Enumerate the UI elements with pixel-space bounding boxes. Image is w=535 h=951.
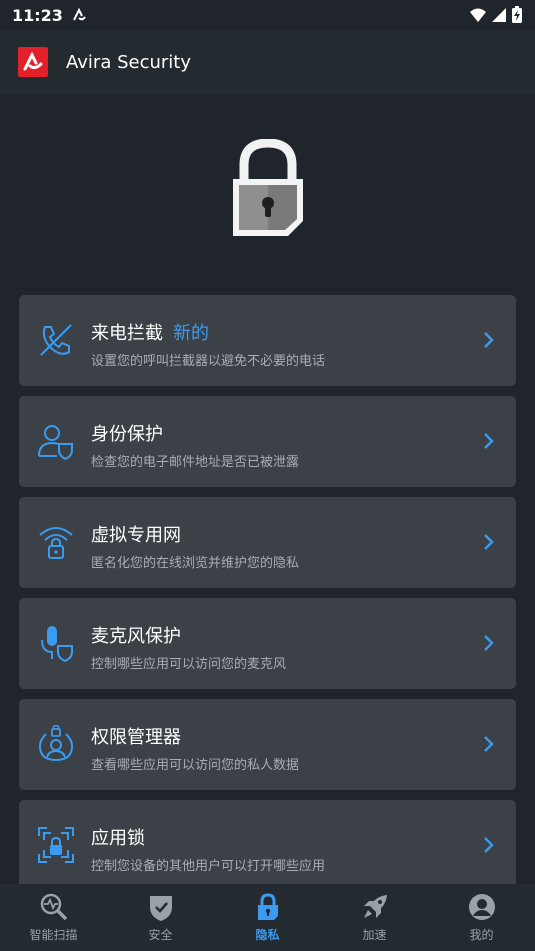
privacy-lock-icon xyxy=(257,893,278,920)
chevron-right-icon xyxy=(484,534,494,550)
nav-privacy[interactable]: 隐私 xyxy=(214,884,321,951)
phone-block-icon xyxy=(40,324,72,356)
card-subtitle: 控制哪些应用可以访问您的麦克风 xyxy=(91,657,287,672)
card-subtitle: 匿名化您的在线浏览并维护您的隐私 xyxy=(91,556,300,571)
card-title: 来电拦截 新的 xyxy=(91,319,209,345)
signal-icon xyxy=(492,8,506,22)
card-vpn[interactable]: 虚拟专用网 匿名化您的在线浏览并维护您的隐私 xyxy=(19,497,516,588)
security-shield-icon xyxy=(149,896,172,921)
chevron-right-icon xyxy=(484,332,494,348)
card-subtitle: 检查您的电子邮件地址是否已被泄露 xyxy=(91,455,300,470)
nav-label: 安全 xyxy=(148,928,173,942)
avira-notification-icon xyxy=(73,7,86,21)
bottom-navigation: 智能扫描 安全 隐私 加速 我的 xyxy=(0,884,535,951)
nav-security[interactable]: 安全 xyxy=(107,884,214,951)
card-title: 应用锁 xyxy=(91,828,145,849)
app-title: Avira Security xyxy=(66,51,191,73)
chevron-right-icon xyxy=(484,635,494,651)
new-badge: 新的 xyxy=(173,323,209,344)
hero-lock xyxy=(0,94,535,284)
wifi-icon xyxy=(470,8,486,22)
chevron-right-icon xyxy=(484,736,494,752)
card-call-blocker[interactable]: 来电拦截 新的 设置您的呼叫拦截器以避免不必要的电话 xyxy=(19,295,516,386)
feature-list: 来电拦截 新的 设置您的呼叫拦截器以避免不必要的电话 身份保护 检查您的电子邮件地… xyxy=(19,295,516,901)
status-bar: 11:23 xyxy=(0,0,535,30)
status-icons xyxy=(469,6,523,24)
card-title: 虚拟专用网 xyxy=(91,525,181,546)
avira-logo-icon xyxy=(23,51,43,71)
vpn-wifi-lock-icon xyxy=(39,527,73,559)
smart-scan-icon xyxy=(40,893,67,921)
card-title: 身份保护 xyxy=(91,424,163,445)
card-permission-manager[interactable]: 权限管理器 查看哪些应用可以访问您的私人数据 xyxy=(19,699,516,790)
avira-logo xyxy=(18,47,48,77)
card-title: 麦克风保护 xyxy=(91,626,181,647)
card-subtitle: 设置您的呼叫拦截器以避免不必要的电话 xyxy=(91,354,326,369)
padlock-icon xyxy=(232,139,303,236)
nav-boost[interactable]: 加速 xyxy=(321,884,428,951)
battery-charging-icon xyxy=(512,6,522,23)
status-time: 11:23 xyxy=(12,5,63,25)
card-identity-protection[interactable]: 身份保护 检查您的电子邮件地址是否已被泄露 xyxy=(19,396,516,487)
card-title-text: 来电拦截 xyxy=(91,323,163,344)
nav-label: 智能扫描 xyxy=(29,928,78,942)
nav-label: 我的 xyxy=(469,928,494,942)
rocket-icon xyxy=(363,895,387,918)
card-microphone-protection[interactable]: 麦克风保护 控制哪些应用可以访问您的麦克风 xyxy=(19,598,516,689)
card-app-lock[interactable]: 应用锁 控制您设备的其他用户可以打开哪些应用 xyxy=(19,800,516,891)
card-subtitle: 控制您设备的其他用户可以打开哪些应用 xyxy=(91,859,326,874)
nav-label: 隐私 xyxy=(255,928,280,942)
nav-label: 加速 xyxy=(362,928,387,942)
nav-smart-scan[interactable]: 智能扫描 xyxy=(0,884,107,951)
app-lock-icon xyxy=(38,827,74,863)
chevron-right-icon xyxy=(484,433,494,449)
card-title: 权限管理器 xyxy=(91,727,181,748)
profile-icon xyxy=(468,894,495,920)
app-bar: Avira Security xyxy=(0,30,535,94)
microphone-shield-icon xyxy=(41,626,73,662)
nav-profile[interactable]: 我的 xyxy=(428,884,535,951)
permission-user-lock-icon xyxy=(38,725,74,762)
chevron-right-icon xyxy=(484,837,494,853)
identity-shield-icon xyxy=(38,425,73,460)
card-subtitle: 查看哪些应用可以访问您的私人数据 xyxy=(91,758,300,773)
